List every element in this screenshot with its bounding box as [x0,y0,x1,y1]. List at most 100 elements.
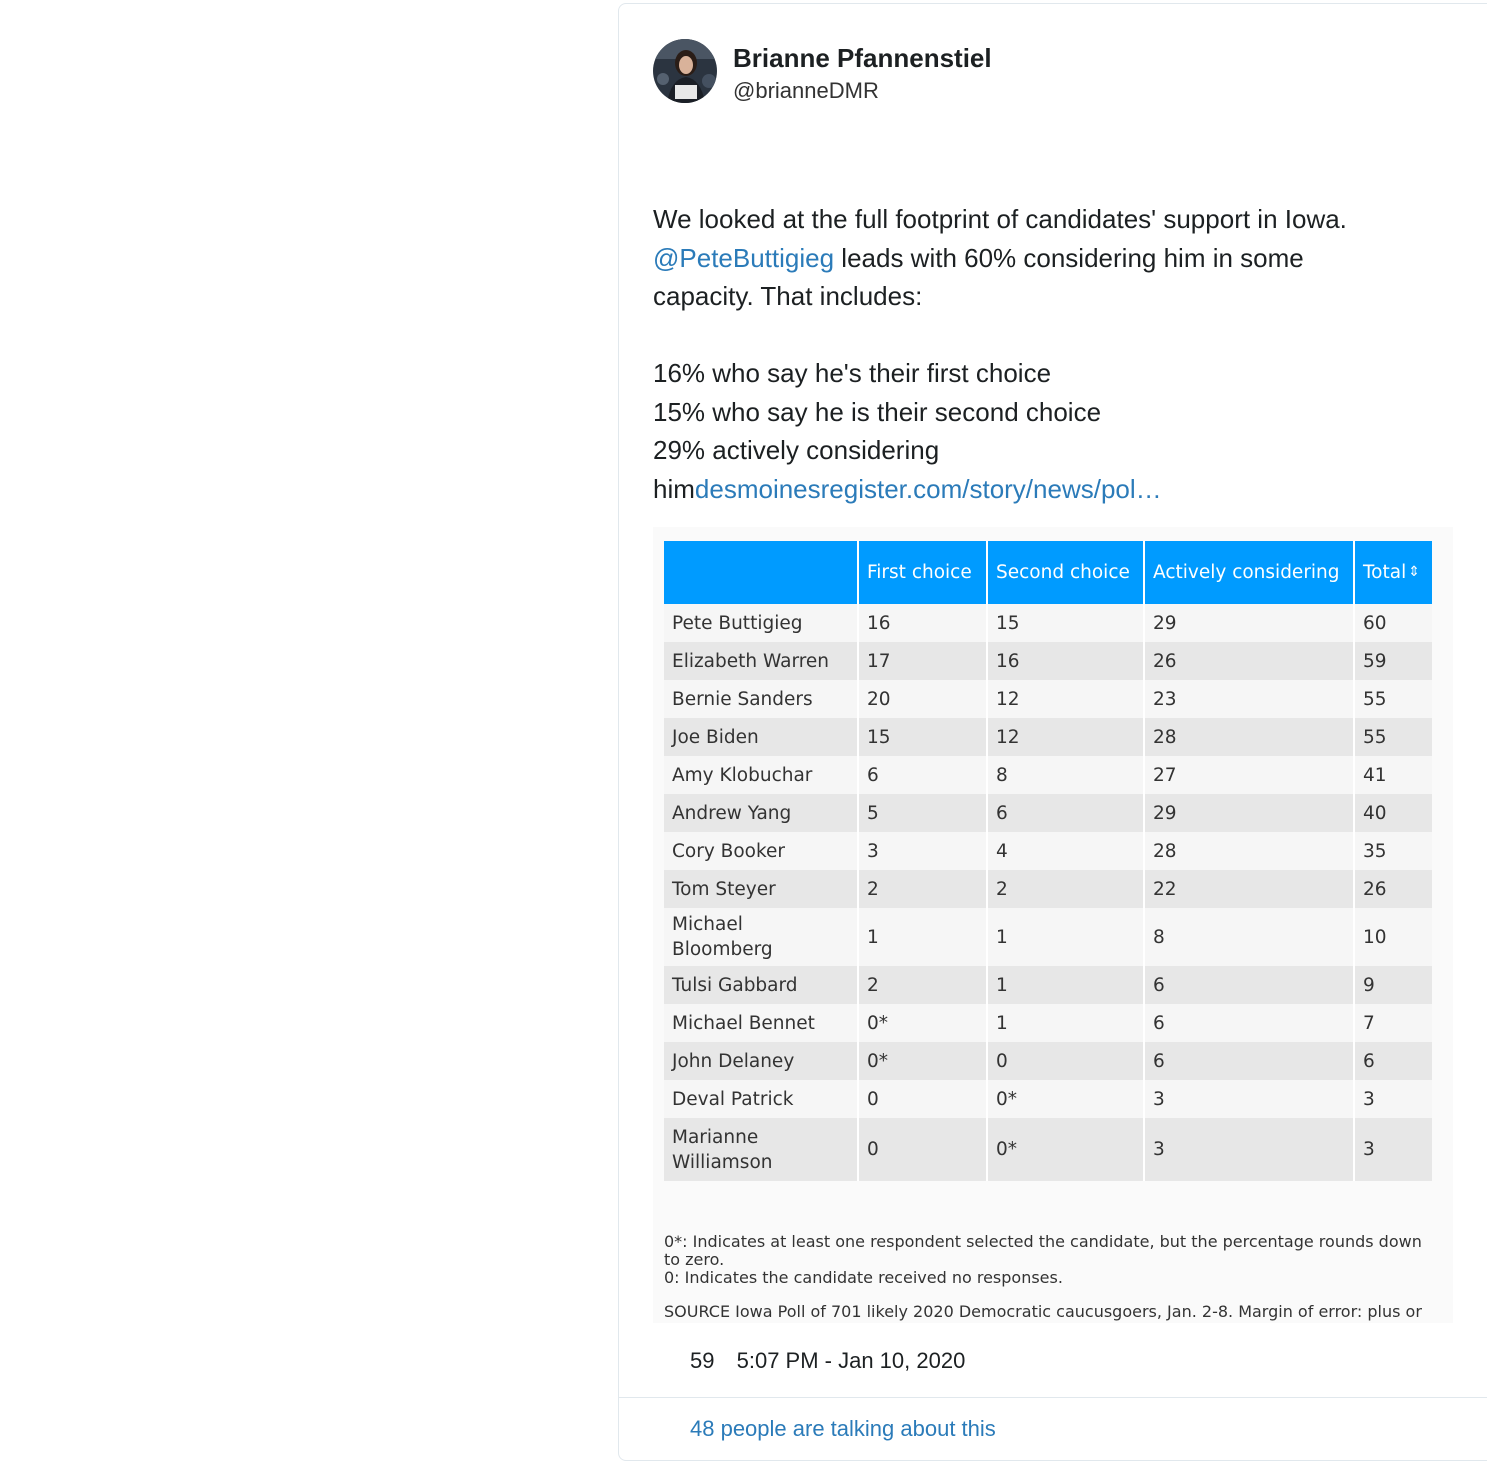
value-cell: 9 [1354,966,1432,1004]
value-cell: 55 [1354,680,1432,718]
value-cell: 3 [1354,1080,1432,1118]
value-cell: 6 [1354,1042,1432,1080]
candidate-name-cell: Michael Bennet [664,1004,859,1042]
timestamp[interactable]: 5:07 PM - Jan 10, 2020 [737,1348,966,1373]
value-cell: 6 [987,794,1145,832]
value-cell: 1 [987,908,1145,966]
tweet-line: 15% who say he is their second choice [653,396,1102,427]
candidate-name-cell: Deval Patrick [664,1080,859,1118]
value-cell: 8 [1144,908,1355,966]
value-cell: 29 [1144,604,1355,642]
table-row: Amy Klobuchar 6 8 27 41 [664,756,1432,794]
table-row: Cory Booker 3 4 28 35 [664,832,1432,870]
table-row: Deval Patrick 0 0* 3 3 [664,1080,1432,1118]
author-name[interactable]: Brianne Pfannenstiel [733,42,992,74]
value-cell: 17 [858,642,988,680]
value-cell: 23 [1144,680,1355,718]
note-zero: 0: Indicates the candidate received no r… [664,1268,1063,1287]
candidate-name-cell: Michael Bloomberg [664,908,859,966]
value-cell: 1 [858,908,988,966]
value-cell: 4 [987,832,1145,870]
value-cell: 0 [987,1042,1145,1080]
article-link[interactable]: desmoinesregister.com/story/news/pol… [695,474,1162,504]
column-header[interactable]: Second choice [987,541,1145,604]
candidate-name-cell: Tom Steyer [664,870,859,908]
table-source: SOURCE Iowa Poll of 701 likely 2020 Demo… [664,1302,1422,1323]
author-avatar[interactable] [653,39,717,103]
value-cell: 12 [987,718,1145,756]
value-cell: 40 [1354,794,1432,832]
tweet-meta: 59 5:07 PM - Jan 10, 2020 [690,1347,965,1375]
value-cell: 16 [987,642,1145,680]
value-cell: 2 [858,870,988,908]
author-handle[interactable]: @brianneDMR [733,77,879,105]
column-header[interactable]: First choice [858,541,988,604]
value-cell: 12 [987,680,1145,718]
column-header[interactable]: Actively considering [1144,541,1355,604]
value-cell: 0 [858,1118,988,1181]
table-row: Marianne Williamson 0 0* 3 3 [664,1118,1432,1181]
poll-table: First choice Second choice Actively cons… [664,541,1432,1181]
candidate-name-cell: Marianne Williamson [664,1118,859,1181]
value-cell: 3 [1144,1080,1355,1118]
value-cell: 26 [1144,642,1355,680]
value-cell: 60 [1354,604,1432,642]
tweet-line: 29% actively considering [653,435,940,465]
like-count[interactable]: 59 [690,1348,714,1373]
value-cell: 41 [1354,756,1432,794]
value-cell: 0* [858,1042,988,1080]
value-cell: 15 [858,718,988,756]
value-cell: 6 [1144,966,1355,1004]
value-cell: 27 [1144,756,1355,794]
candidate-name-cell: John Delaney [664,1042,859,1080]
value-cell: 8 [987,756,1145,794]
column-header[interactable] [664,541,859,604]
value-cell: 6 [1144,1042,1355,1080]
tweet-line-text: leads with 60% considering him in some [834,242,1304,273]
table-row: Elizabeth Warren 17 16 26 59 [664,642,1432,680]
value-cell: 26 [1354,870,1432,908]
table-row: Andrew Yang 5 6 29 40 [664,794,1432,832]
value-cell: 2 [987,870,1145,908]
tweet-line: himdesmoinesregister.com/story/news/pol… [653,470,1433,509]
table-row: Michael Bloomberg 1 1 8 10 [664,908,1432,966]
tweet-line: 16% who say he's their first choice [653,358,1052,388]
value-cell: 2 [858,966,988,1004]
candidate-name-cell: Cory Booker [664,832,859,870]
value-cell: 16 [858,604,988,642]
candidate-name-cell: Joe Biden [664,718,859,756]
value-cell: 59 [1354,642,1432,680]
value-cell: 3 [1144,1118,1355,1181]
value-cell: 7 [1354,1004,1432,1042]
table-notes: 0*: Indicates at least one respondent se… [664,1233,1434,1287]
value-cell: 35 [1354,832,1432,870]
value-cell: 0* [987,1118,1145,1181]
value-cell: 6 [1144,1004,1355,1042]
value-cell: 29 [1144,794,1355,832]
divider [619,1397,1487,1398]
value-cell: 1 [987,966,1145,1004]
sort-icon[interactable]: ⇕ [1408,564,1420,580]
tweet-media-image[interactable]: First choice Second choice Actively cons… [653,527,1453,1323]
table-header-row: First choice Second choice Actively cons… [664,541,1432,604]
table-row: Tom Steyer 2 2 22 26 [664,870,1432,908]
talking-link[interactable]: 48 people are talking about this [690,1415,996,1443]
table-row: Michael Bennet 0* 1 6 7 [664,1004,1432,1042]
table-row: Tulsi Gabbard 2 1 6 9 [664,966,1432,1004]
candidate-name-cell: Amy Klobuchar [664,756,859,794]
column-header-total[interactable]: Total ⇕ [1354,541,1432,604]
table-row: John Delaney 0* 0 6 6 [664,1042,1432,1080]
value-cell: 22 [1144,870,1355,908]
value-cell: 55 [1354,718,1432,756]
candidate-name-cell: Elizabeth Warren [664,642,859,680]
table-row: Bernie Sanders 20 12 23 55 [664,680,1432,718]
value-cell: 10 [1354,908,1432,966]
value-cell: 20 [858,680,988,718]
candidate-name-cell: Andrew Yang [664,794,859,832]
value-cell: 3 [858,832,988,870]
value-cell: 5 [858,794,988,832]
value-cell: 6 [858,756,988,794]
mention-link[interactable]: @PeteButtigieg [653,243,834,273]
value-cell: 0 [858,1080,988,1118]
